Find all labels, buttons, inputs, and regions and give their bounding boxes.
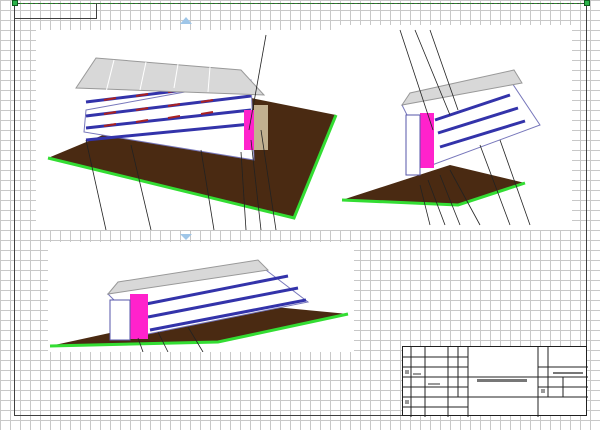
isometric-front-view[interactable] — [36, 30, 341, 231]
sheet-tab-box — [14, 3, 97, 19]
arrow-up-icon[interactable] — [180, 17, 192, 24]
drawing-canvas[interactable] — [0, 0, 600, 430]
selection-handle-top-left[interactable] — [12, 0, 18, 6]
side-view-drawing — [341, 29, 541, 226]
front-view-drawing — [47, 34, 338, 231]
sheet-top-edge — [15, 3, 587, 4]
title-block[interactable] — [402, 346, 588, 417]
isometric-side-view[interactable] — [340, 25, 572, 230]
title-block-grid — [403, 347, 588, 417]
building-block-side — [400, 69, 541, 176]
arrow-down-icon[interactable] — [180, 234, 192, 240]
bottom-view-drawing — [49, 259, 349, 353]
selection-handle-top-right[interactable] — [584, 0, 590, 6]
isometric-bottom-view[interactable] — [48, 242, 354, 353]
